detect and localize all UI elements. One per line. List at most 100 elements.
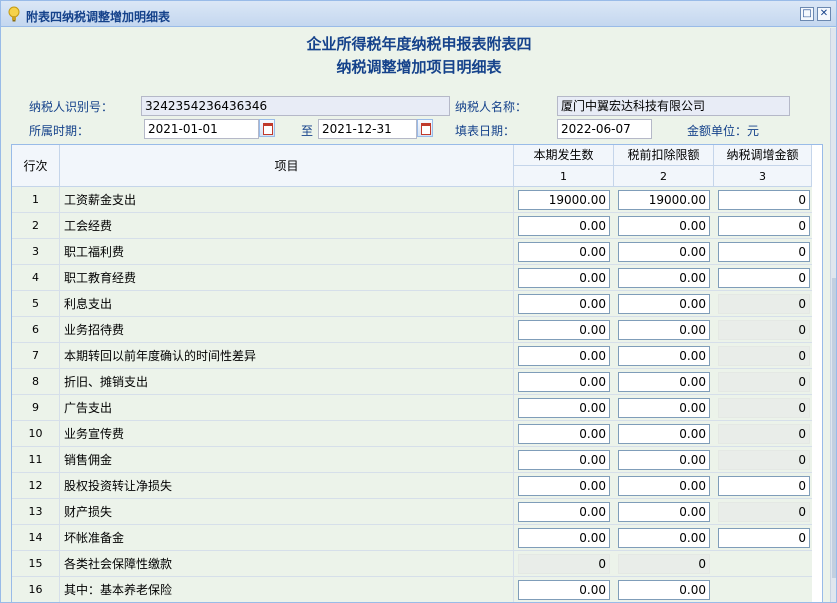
adjustment-amount-input: 0 — [718, 502, 810, 522]
taxpayer-name-field[interactable]: 厦门中翼宏达科技有限公司 — [557, 96, 790, 116]
fill-date-label: 填表日期： — [455, 124, 516, 138]
deduction-limit-input[interactable]: 0.00 — [618, 268, 710, 288]
table-row: 8 折旧、摊销支出 0.00 0.00 0 — [12, 369, 812, 395]
adjustment-amount-input: 0 — [718, 294, 810, 314]
calendar-icon[interactable] — [259, 119, 275, 137]
row-item-label: 职工教育经费 — [60, 265, 514, 291]
form-content: 企业所得税年度纳税申报表附表四 纳税调整增加项目明细表 纳税人识别号： 3242… — [9, 28, 829, 602]
deduction-limit-input[interactable]: 0.00 — [618, 580, 710, 600]
table-row: 3 职工福利费 0.00 0.00 0 — [12, 239, 812, 265]
current-amount-input[interactable]: 0.00 — [518, 294, 610, 314]
row-number: 2 — [12, 213, 60, 239]
adjustment-table: 行次 项目 本期发生数 税前扣除限额 纳税调增金额 1 2 3 1 工资薪金支出 1… — [11, 144, 823, 602]
adjustment-amount-input[interactable]: 0 — [718, 476, 810, 496]
window-titlebar[interactable]: 附表四纳税调整增加明细表 □ ✕ — [1, 1, 836, 27]
period-to-label: 至 — [301, 124, 314, 138]
close-icon[interactable]: ✕ — [817, 7, 831, 21]
row-number: 7 — [12, 343, 60, 369]
current-amount-input[interactable]: 0.00 — [518, 398, 610, 418]
current-amount-input[interactable]: 0.00 — [518, 372, 610, 392]
deduction-limit-input[interactable]: 0.00 — [618, 450, 710, 470]
row-number: 13 — [12, 499, 60, 525]
current-amount-input[interactable]: 0.00 — [518, 450, 610, 470]
fill-date-input[interactable]: 2022-06-07 — [557, 119, 652, 139]
deduction-limit-input[interactable]: 0.00 — [618, 216, 710, 236]
scrollbar-thumb[interactable] — [832, 278, 836, 578]
deduction-limit-input[interactable]: 0.00 — [618, 528, 710, 548]
window-title: 附表四纳税调整增加明细表 — [26, 10, 171, 24]
row-item-label: 本期转回以前年度确认的时间性差异 — [60, 343, 514, 369]
taxpayer-id-label: 纳税人识别号： — [29, 100, 114, 114]
current-amount-input[interactable]: 0.00 — [518, 502, 610, 522]
adjustment-amount-input[interactable]: 0 — [718, 242, 810, 262]
deduction-limit-input[interactable]: 0.00 — [618, 476, 710, 496]
deduction-limit-input[interactable]: 0.00 — [618, 502, 710, 522]
current-amount-input[interactable]: 0.00 — [518, 268, 610, 288]
row-item-label: 销售佣金 — [60, 447, 514, 473]
table-row: 11 销售佣金 0.00 0.00 0 — [12, 447, 812, 473]
header-row-no: 行次 — [12, 145, 60, 187]
row-item-label: 各类社会保障性缴款 — [60, 551, 514, 577]
row-number: 12 — [12, 473, 60, 499]
row-number: 4 — [12, 265, 60, 291]
row-number: 8 — [12, 369, 60, 395]
current-amount-input[interactable]: 0.00 — [518, 580, 610, 600]
deduction-limit-input[interactable]: 0.00 — [618, 320, 710, 340]
current-amount-input[interactable]: 0.00 — [518, 476, 610, 496]
adjustment-amount-input[interactable]: 0 — [718, 190, 810, 210]
period-label: 所属时期： — [29, 124, 90, 138]
adjustment-amount-input: 0 — [718, 424, 810, 444]
maximize-icon[interactable]: □ — [800, 7, 814, 21]
deduction-limit-input[interactable]: 0.00 — [618, 346, 710, 366]
period-to-input[interactable]: 2021-12-31 — [318, 119, 417, 139]
row-number: 5 — [12, 291, 60, 317]
table-row: 9 广告支出 0.00 0.00 0 — [12, 395, 812, 421]
adjustment-amount-input: 0 — [718, 450, 810, 470]
deduction-limit-input[interactable]: 19000.00 — [618, 190, 710, 210]
current-amount-input[interactable]: 0.00 — [518, 216, 610, 236]
current-amount-input[interactable]: 0.00 — [518, 424, 610, 444]
row-item-label: 业务招待费 — [60, 317, 514, 343]
deduction-limit-input[interactable]: 0.00 — [618, 242, 710, 262]
deduction-limit-input[interactable]: 0.00 — [618, 424, 710, 444]
table-row: 10 业务宣传费 0.00 0.00 0 — [12, 421, 812, 447]
adjustment-amount-input: 0 — [718, 398, 810, 418]
table-row: 15 各类社会保障性缴款 0 0 — [12, 551, 812, 577]
form-title: 企业所得税年度纳税申报表附表四 — [306, 35, 532, 53]
row-item-label: 利息支出 — [60, 291, 514, 317]
adjustment-amount-input[interactable]: 0 — [718, 268, 810, 288]
table-row: 1 工资薪金支出 19000.00 19000.00 0 — [12, 187, 812, 213]
row-number: 11 — [12, 447, 60, 473]
header-col3-index: 3 — [714, 166, 812, 187]
adjustment-amount-input[interactable]: 0 — [718, 528, 810, 548]
header-col2-index: 2 — [614, 166, 714, 187]
adjustment-amount-input: 0 — [718, 320, 810, 340]
deduction-limit-input[interactable]: 0.00 — [618, 372, 710, 392]
inner-scrollbar[interactable] — [825, 28, 829, 602]
header-col3: 纳税调增金额 — [714, 145, 812, 166]
current-amount-input[interactable]: 0.00 — [518, 242, 610, 262]
row-item-label: 财产损失 — [60, 499, 514, 525]
current-amount-input[interactable]: 0.00 — [518, 320, 610, 340]
deduction-limit-input[interactable]: 0.00 — [618, 294, 710, 314]
current-amount-input[interactable]: 0.00 — [518, 346, 610, 366]
table-row: 2 工会经费 0.00 0.00 0 — [12, 213, 812, 239]
dialog-window: 附表四纳税调整增加明细表 □ ✕ 企业所得税年度纳税申报表附表四 纳税调整增加项… — [0, 0, 837, 603]
period-from-input[interactable]: 2021-01-01 — [144, 119, 259, 139]
row-item-label: 工资薪金支出 — [60, 187, 514, 213]
row-number: 9 — [12, 395, 60, 421]
window-scrollbar[interactable] — [830, 28, 836, 602]
row-item-label: 股权投资转让净损失 — [60, 473, 514, 499]
row-number: 3 — [12, 239, 60, 265]
current-amount-input[interactable]: 19000.00 — [518, 190, 610, 210]
row-number: 16 — [12, 577, 60, 602]
calendar-icon[interactable] — [417, 119, 433, 137]
adjustment-amount-input[interactable]: 0 — [718, 216, 810, 236]
header-col1: 本期发生数 — [514, 145, 614, 166]
table-row: 4 职工教育经费 0.00 0.00 0 — [12, 265, 812, 291]
amount-unit-label: 金额单位：元 — [687, 124, 760, 138]
taxpayer-id-field[interactable]: 3242354236436346 — [141, 96, 450, 116]
current-amount-input[interactable]: 0.00 — [518, 528, 610, 548]
deduction-limit-input[interactable]: 0.00 — [618, 398, 710, 418]
header-col1-index: 1 — [514, 166, 614, 187]
